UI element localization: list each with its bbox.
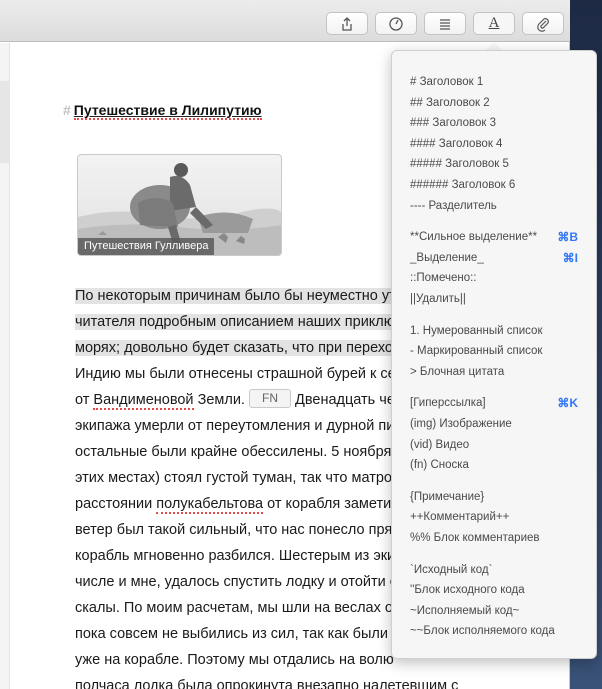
misspelled-word[interactable]: полукабельтова xyxy=(156,496,264,514)
format-menu-item[interactable]: _Выделение_ ⌘I xyxy=(410,249,578,267)
list-icon xyxy=(440,18,450,30)
format-menu-item[interactable]: (fn) Сноска xyxy=(410,456,578,474)
format-menu-item-label: (vid) Видео xyxy=(410,438,470,451)
footnote-chip[interactable]: FN xyxy=(249,389,291,408)
format-button[interactable]: A xyxy=(473,12,515,35)
format-menu-item[interactable]: #### Заголовок 4 xyxy=(410,135,578,153)
format-menu-item[interactable]: 1. Нумерованный список xyxy=(410,322,578,340)
format-menu-item[interactable]: `Исходный код` xyxy=(410,561,578,579)
format-menu-item[interactable]: ---- Разделитель xyxy=(410,197,578,215)
format-menu-popover: # Заголовок 1 ## Заголовок 2 ### Заголовок… xyxy=(391,50,597,659)
format-menu-item[interactable]: ##### Заголовок 5 xyxy=(410,155,578,173)
format-menu-item-label: [Гиперссылка] xyxy=(410,397,486,410)
toolbar: A xyxy=(0,0,570,42)
shortcut-label: ⌘B xyxy=(557,230,578,245)
heading-text: Путешествие в Лилипутию xyxy=(73,102,262,120)
format-menu-item-label: # Заголовок 1 xyxy=(410,76,484,88)
format-menu-item[interactable]: ||Удалить|| xyxy=(410,290,578,308)
format-menu-item[interactable]: - Маркированный список xyxy=(410,342,578,360)
share-icon xyxy=(342,16,352,31)
format-menu-item-label: - Маркированный список xyxy=(410,345,543,358)
format-menu-item[interactable]: ### Заголовок 3 xyxy=(410,114,578,132)
format-menu-item[interactable]: ~Исполняемый код~ xyxy=(410,602,578,620)
heading-marker: # xyxy=(63,102,71,118)
text-format-icon: A xyxy=(488,15,500,31)
gauge-icon xyxy=(389,16,403,31)
image-attachment[interactable]: Путешествия Гулливера xyxy=(77,154,282,256)
format-menu-item-label: {Примечание} xyxy=(410,490,485,503)
format-menu-item-label: ---- Разделитель xyxy=(410,199,497,212)
format-menu-item-label: ++Комментарий++ xyxy=(410,511,510,524)
format-menu-item-label: **Сильное выделение** xyxy=(410,231,538,244)
format-menu-item[interactable]: > Блочная цитата xyxy=(410,363,578,381)
info-button[interactable] xyxy=(375,12,417,35)
format-menu-item-label: ~~Блок исполняемого кода xyxy=(410,625,555,638)
document-heading: # Путешествие в Лилипутию xyxy=(63,102,262,120)
format-menu-item-label: ::Помечено:: xyxy=(410,272,477,285)
format-menu-item[interactable]: ## Заголовок 2 xyxy=(410,94,578,112)
format-menu-item-label: ##### Заголовок 5 xyxy=(410,158,509,171)
format-menu-item[interactable]: # Заголовок 1 xyxy=(410,73,578,91)
format-menu-item[interactable]: ''Блок исходного кода xyxy=(410,581,578,599)
attach-button[interactable] xyxy=(522,12,564,35)
format-menu-item-label: `Исходный код` xyxy=(410,563,493,576)
format-menu-item-label: ###### Заголовок 6 xyxy=(410,179,516,191)
format-menu-item[interactable]: {Примечание} xyxy=(410,488,578,506)
format-menu-item[interactable]: (vid) Видео xyxy=(410,436,578,454)
format-menu-item-label: ''Блок исходного кода xyxy=(410,584,525,597)
format-menu-item-label: 1. Нумерованный список xyxy=(410,324,543,337)
shortcut-label: ⌘K xyxy=(557,396,578,411)
format-menu-item-label: ||Удалить|| xyxy=(410,293,466,305)
share-button[interactable] xyxy=(326,12,368,35)
format-menu-item[interactable]: ###### Заголовок 6 xyxy=(410,176,578,194)
format-menu-item-label: (fn) Сноска xyxy=(410,459,469,472)
format-menu-item[interactable]: ~~Блок исполняемого кода xyxy=(410,622,578,640)
format-menu-item-label: _Выделение_ xyxy=(410,251,484,264)
format-menu-item-label: ~Исполняемый код~ xyxy=(410,604,520,617)
shortcut-label: ⌘I xyxy=(562,250,578,265)
format-menu-item[interactable]: [Гиперссылка] ⌘K xyxy=(410,394,578,412)
format-menu-item-label: #### Заголовок 4 xyxy=(410,137,503,150)
image-caption: Путешествия Гулливера xyxy=(78,238,215,255)
outline-button[interactable] xyxy=(424,12,466,35)
format-menu-item[interactable]: **Сильное выделение** ⌘B xyxy=(410,228,578,246)
paperclip-icon xyxy=(537,17,549,32)
misspelled-word[interactable]: Вандименовой xyxy=(93,392,194,410)
format-menu-item-label: ### Заголовок 3 xyxy=(410,117,497,130)
format-menu-item[interactable]: ::Помечено:: xyxy=(410,269,578,287)
paragraph-line: полчаса лодка была опрокинута внезапно н… xyxy=(75,678,459,689)
format-menu-item-label: > Блочная цитата xyxy=(410,365,505,378)
format-menu-item[interactable]: (img) Изображение xyxy=(410,415,578,433)
format-menu-item[interactable]: ++Комментарий++ xyxy=(410,508,578,526)
format-menu-item-label: (img) Изображение xyxy=(410,418,512,430)
format-menu-item-label: %% Блок комментариев xyxy=(410,532,540,544)
format-menu-item[interactable]: %% Блок комментариев xyxy=(410,529,578,547)
format-menu-item-label: ## Заголовок 2 xyxy=(410,96,490,109)
